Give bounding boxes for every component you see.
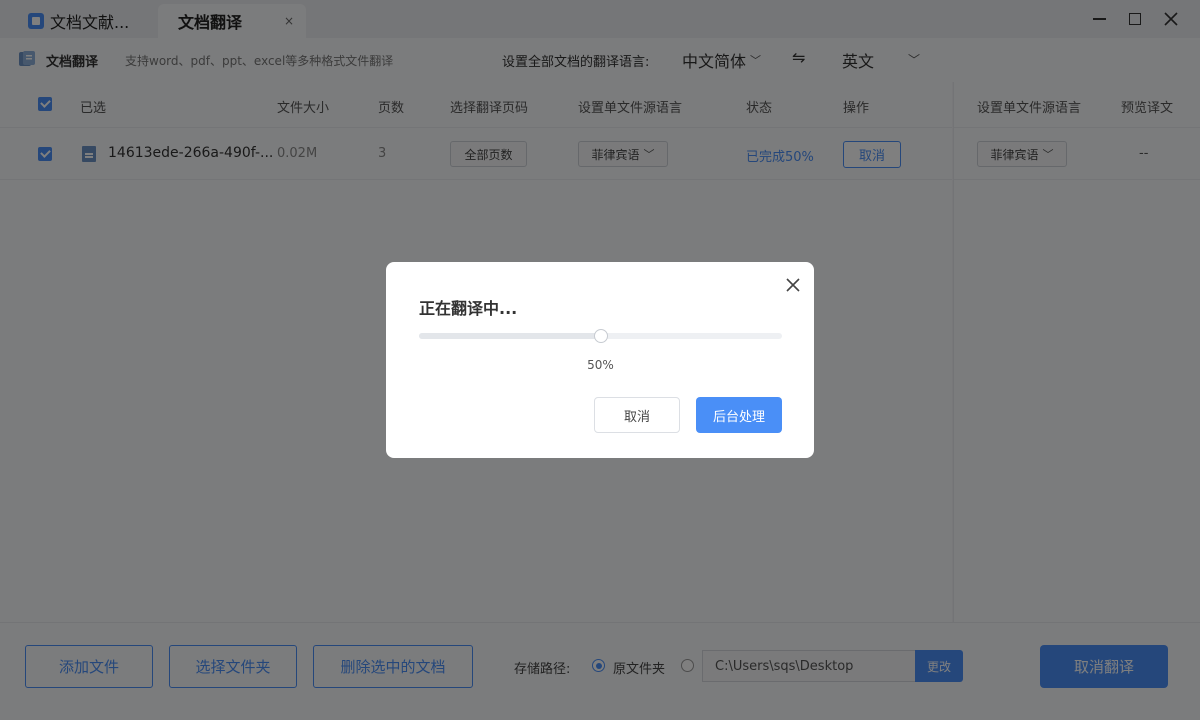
translation-progress-dialog: 正在翻译中... 50% 取消 后台处理 bbox=[386, 262, 814, 458]
dialog-title: 正在翻译中... bbox=[419, 299, 518, 318]
dialog-cancel-button[interactable]: 取消 bbox=[594, 397, 680, 433]
progress-thumb bbox=[593, 329, 608, 343]
progress-percent: 50% bbox=[587, 358, 614, 372]
close-icon[interactable] bbox=[784, 276, 802, 294]
progress-fill bbox=[419, 333, 601, 339]
progress-slider bbox=[419, 329, 782, 343]
background-process-button[interactable]: 后台处理 bbox=[696, 397, 782, 433]
